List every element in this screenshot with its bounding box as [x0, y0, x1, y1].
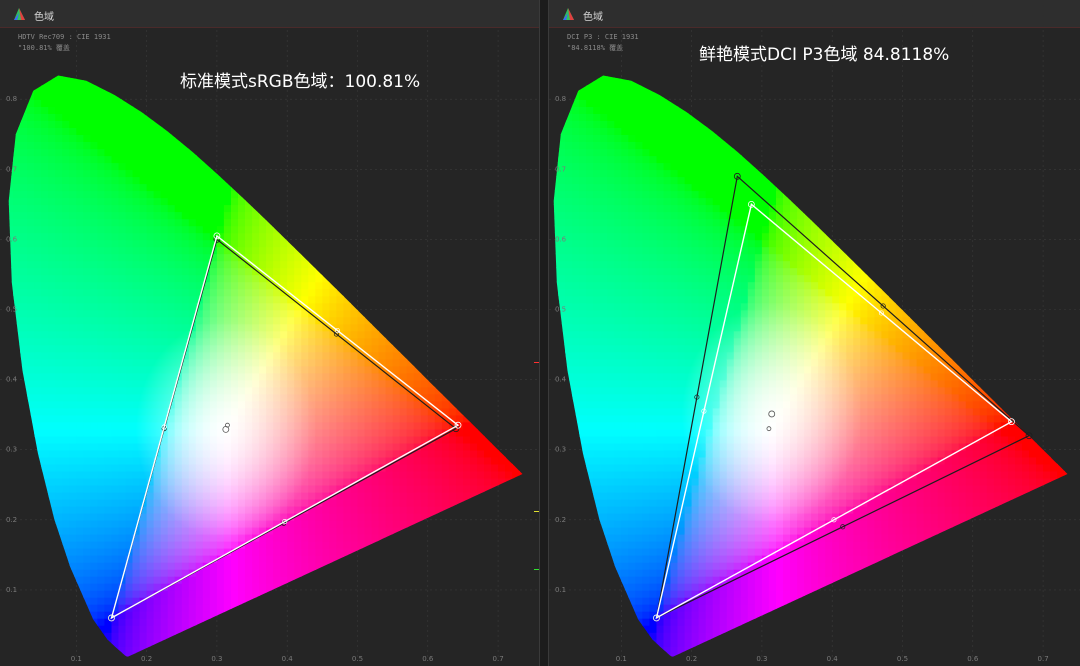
- y-tick-label: 0.2: [6, 516, 17, 524]
- y-tick-label: 0.8: [555, 95, 566, 103]
- side-scale-mark: [534, 569, 539, 570]
- side-scale-mark: [534, 511, 539, 512]
- x-tick-label: 0.1: [616, 655, 627, 663]
- x-tick-label: 0.4: [282, 655, 294, 663]
- y-tick-label: 0.8: [6, 95, 17, 103]
- y-tick-label: 0.4: [6, 376, 18, 384]
- x-tick-label: 0.1: [71, 655, 82, 663]
- chart-headline: 鲜艳模式DCI P3色域 84.8118%: [699, 45, 950, 65]
- x-tick-label: 0.5: [897, 655, 908, 663]
- x-tick-label: 0.5: [352, 655, 363, 663]
- y-tick-label: 0.6: [555, 235, 567, 243]
- x-tick-label: 0.2: [141, 655, 152, 663]
- chart-headline: 标准模式sRGB色域：100.81%: [180, 72, 421, 92]
- cie-chromaticity-chart: 0.1 0.2 0.3 0.4 0.5 0.6 0.7 0.1 0.2 0.3 0.4 0.5 0.6 0…: [549, 30, 1080, 663]
- y-tick-label: 0.6: [6, 235, 18, 243]
- x-tick-label: 0.3: [756, 655, 767, 663]
- y-tick-label: 0.7: [555, 165, 566, 173]
- y-tick-label: 0.7: [6, 165, 17, 173]
- y-tick-label: 0.1: [555, 586, 566, 594]
- y-tick-label: 0.5: [6, 306, 17, 314]
- y-tick-label: 0.3: [6, 446, 17, 454]
- cie-chromaticity-chart: 0.1 0.2 0.3 0.4 0.5 0.6 0.7 0.1 0.2 0.3 0.4 0.5 0.6 0…: [0, 30, 539, 663]
- x-tick-label: 0.6: [967, 655, 979, 663]
- y-tick-label: 0.2: [555, 516, 566, 524]
- y-tick-label: 0.1: [6, 586, 17, 594]
- x-tick-label: 0.7: [493, 655, 504, 663]
- x-tick-label: 0.3: [211, 655, 222, 663]
- y-tick-label: 0.4: [555, 376, 567, 384]
- y-tick-label: 0.5: [555, 306, 566, 314]
- x-tick-label: 0.6: [422, 655, 434, 663]
- gamut-panel-dcip3: 色域 DCI P3 : CIE 1931 "84.8118% 覆盖 0.1 0.2…: [548, 0, 1080, 666]
- x-tick-label: 0.2: [686, 655, 697, 663]
- side-scale-mark: [534, 362, 539, 363]
- white-point-glow: [681, 303, 862, 524]
- y-tick-label: 0.3: [555, 446, 566, 454]
- x-tick-label: 0.4: [827, 655, 839, 663]
- gamut-panel-srgb: 色域 HDTV Rec709 : CIE 1931 "100.81% 覆盖 0.…: [0, 0, 540, 666]
- x-tick-label: 0.7: [1038, 655, 1049, 663]
